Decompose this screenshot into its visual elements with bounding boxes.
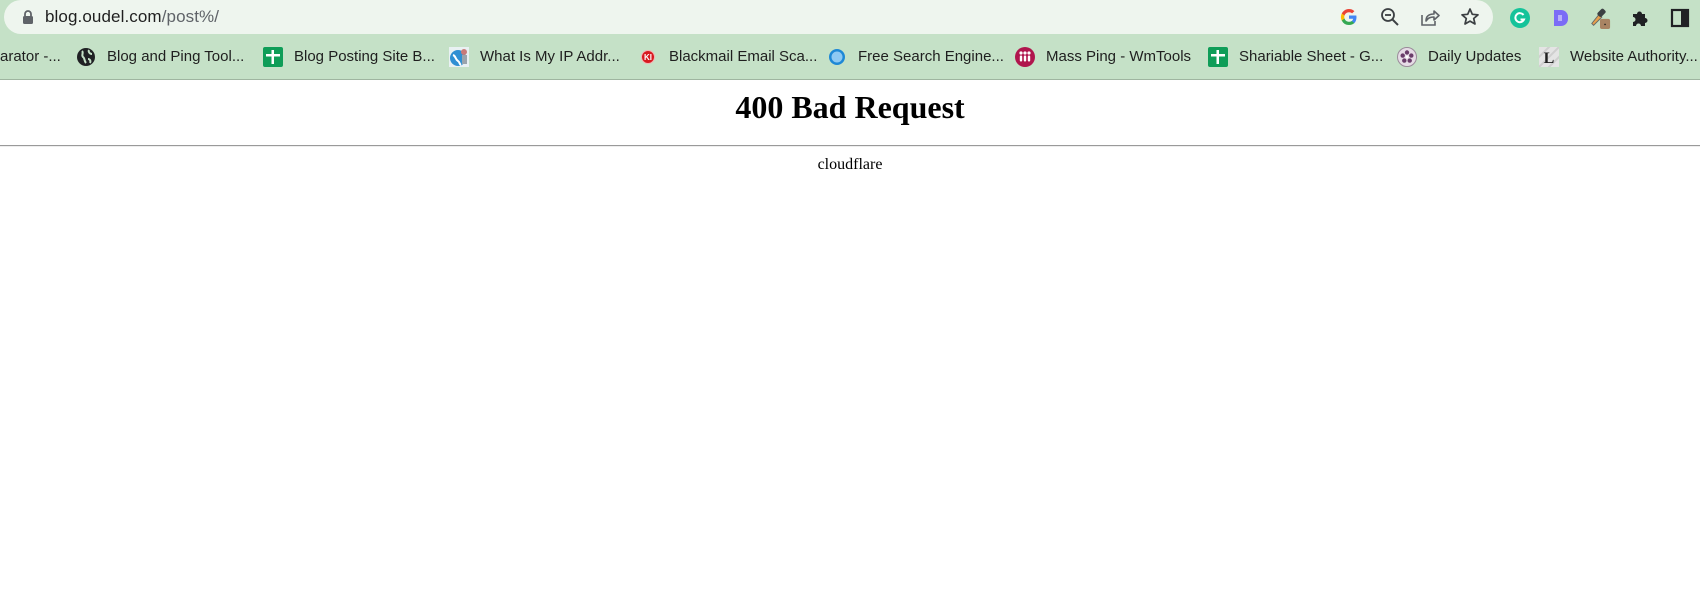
google-sheets-icon	[1208, 46, 1228, 67]
grammarly-icon[interactable]	[1509, 7, 1531, 29]
letter-l-icon: L	[1539, 46, 1559, 67]
bookmark-label: Blog Posting Site B...	[294, 48, 435, 65]
bookmark-item[interactable]: Shariable Sheet - G...	[1208, 34, 1383, 79]
bookmark-item[interactable]: L Website Authority...	[1539, 34, 1698, 79]
svg-text:L: L	[1544, 50, 1555, 67]
flower-icon	[1397, 46, 1417, 67]
google-sheets-icon	[263, 46, 283, 67]
bookmark-label: What Is My IP Addr...	[480, 48, 620, 65]
lock-icon[interactable]	[20, 9, 36, 25]
share-icon[interactable]	[1420, 7, 1440, 27]
red-k-icon: KI	[638, 47, 658, 67]
address-bar[interactable]: blog.oudel.com/post%/	[4, 0, 1493, 34]
url-host: blog.oudel.com	[45, 7, 162, 26]
bookmark-item[interactable]: Daily Updates	[1397, 34, 1521, 79]
blue-circle-icon	[827, 47, 847, 67]
wmtools-icon	[1015, 46, 1035, 67]
bookmark-item[interactable]: Blog and Ping Tool...	[76, 34, 244, 79]
zoom-out-icon[interactable]	[1380, 7, 1400, 27]
side-panel-icon[interactable]	[1669, 7, 1691, 29]
ip-globe-icon	[449, 46, 469, 67]
bookmarks-bar: arator -... Blog and Ping Tool... Blog P…	[0, 34, 1700, 79]
server-name: cloudflare	[817, 156, 883, 173]
extensions-puzzle-icon[interactable]	[1629, 7, 1651, 29]
browser-toolbar: blog.oudel.com/post%/ arator -... Blog a…	[0, 0, 1700, 80]
bookmark-label: arator -...	[0, 48, 61, 65]
bookmark-star-icon[interactable]	[1460, 7, 1480, 27]
bookmark-item[interactable]: arator -...	[0, 34, 61, 79]
bookmark-label: Free Search Engine...	[858, 48, 1004, 65]
bookmark-item[interactable]: KI Blackmail Email Sca...	[638, 34, 817, 79]
bookmark-item[interactable]: Free Search Engine...	[827, 34, 1004, 79]
bookmark-item[interactable]: What Is My IP Addr...	[449, 34, 620, 79]
page-title: 400 Bad Request	[735, 89, 965, 125]
svg-text:KI: KI	[644, 53, 652, 62]
google-lens-icon[interactable]	[1339, 7, 1359, 27]
bookmark-label: Website Authority...	[1570, 48, 1698, 65]
globe-icon	[76, 47, 96, 67]
eyedropper-icon[interactable]	[1589, 7, 1611, 29]
bookmark-label: Shariable Sheet - G...	[1239, 48, 1384, 65]
bookmark-item[interactable]: Mass Ping - WmTools	[1015, 34, 1191, 79]
url-text[interactable]: blog.oudel.com/post%/	[45, 7, 219, 27]
bookmark-label: Daily Updates	[1428, 48, 1522, 65]
bookmark-label: Blog and Ping Tool...	[107, 48, 245, 65]
dashlane-d-icon[interactable]	[1549, 7, 1571, 29]
divider	[0, 145, 1700, 147]
bookmark-label: Blackmail Email Sca...	[669, 48, 818, 65]
bookmark-label: Mass Ping - WmTools	[1046, 48, 1192, 65]
url-path: /post%/	[161, 7, 220, 26]
bookmark-item[interactable]: Blog Posting Site B...	[263, 34, 435, 79]
